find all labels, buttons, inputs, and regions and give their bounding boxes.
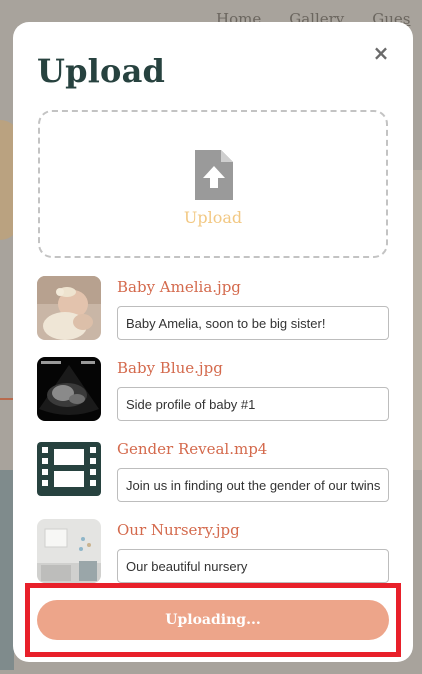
file-name: Baby Blue.jpg	[117, 359, 223, 377]
file-name: Baby Amelia.jpg	[117, 278, 241, 296]
file-name: Our Nursery.jpg	[117, 521, 240, 539]
caption-input[interactable]	[117, 549, 389, 583]
nursery-photo-thumbnail	[37, 519, 101, 583]
modal-title: Upload	[37, 52, 166, 90]
file-item: Baby Blue.jpg	[37, 357, 389, 421]
upload-modal: Upload × Upload Baby Amelia.jpg Baby Ame…	[13, 22, 413, 662]
background-divider	[0, 398, 14, 400]
file-name: Gender Reveal.mp4	[117, 440, 268, 458]
caption-input[interactable]	[117, 306, 389, 340]
uploading-button[interactable]: Uploading...	[37, 600, 389, 640]
baby-photo-thumbnail	[37, 276, 101, 340]
file-upload-icon	[195, 150, 233, 200]
upload-dropzone[interactable]: Upload	[38, 110, 388, 258]
file-item: Gender Reveal.mp4	[37, 438, 389, 502]
background-decoration	[0, 470, 14, 670]
dropzone-label: Upload	[183, 208, 243, 227]
caption-input[interactable]	[117, 387, 389, 421]
film-icon	[37, 438, 101, 502]
ultrasound-photo-thumbnail	[37, 357, 101, 421]
file-item: Our Nursery.jpg	[37, 519, 389, 583]
file-item: Baby Amelia.jpg	[37, 276, 389, 340]
caption-input[interactable]	[117, 468, 389, 502]
close-button[interactable]: ×	[370, 42, 392, 64]
